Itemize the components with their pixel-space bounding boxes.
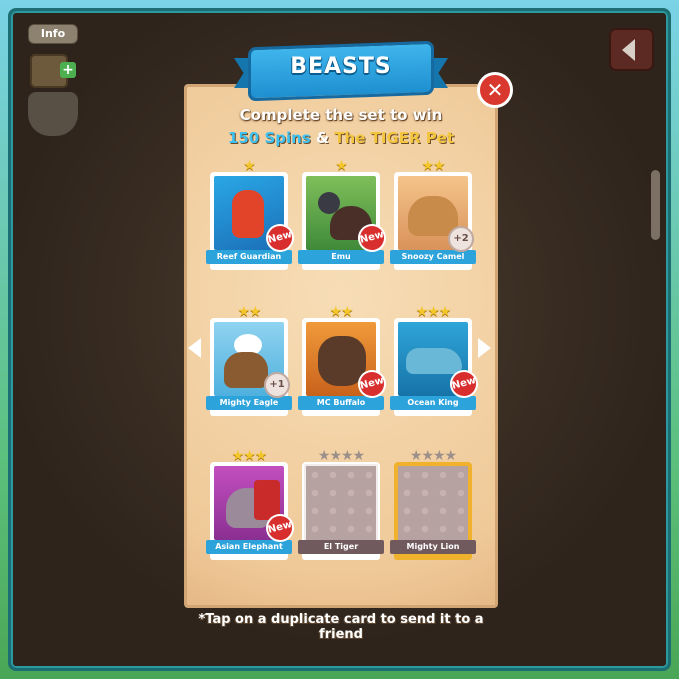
card-ocean-king[interactable]: ★★★ Ocean King New — [390, 304, 482, 420]
card-base — [210, 264, 288, 270]
locked-pattern — [306, 466, 376, 540]
card-asian-elephant[interactable]: ★★★ Asian Elephant New — [206, 448, 298, 564]
prev-set-arrow-icon[interactable] — [188, 338, 201, 358]
locked-pattern — [398, 466, 468, 540]
info-button[interactable]: Info — [28, 24, 78, 44]
card-emu[interactable]: ★ Emu New — [298, 158, 390, 274]
card-base — [210, 410, 288, 416]
card-base — [302, 554, 380, 560]
card-label: Snoozy Camel — [390, 250, 476, 264]
duplicate-badge: +1 — [264, 372, 290, 398]
card-mc-buffalo[interactable]: ★★ MC Buffalo New — [298, 304, 390, 420]
card-base — [210, 554, 288, 560]
card-label: Mighty Eagle — [206, 396, 292, 410]
reward-intro: Complete the set to win — [239, 106, 443, 124]
card-base — [394, 554, 472, 560]
card-label: Mighty Lion — [390, 540, 476, 554]
card-base — [302, 410, 380, 416]
reward-amp: & — [315, 129, 330, 147]
footer-hint: *Tap on a duplicate card to send it to a… — [198, 612, 484, 642]
reward-line: 150 Spins & The TIGER Pet — [184, 129, 498, 147]
reward-spins: 150 Spins — [227, 129, 311, 147]
card-snoozy-camel[interactable]: ★★ Snoozy Camel +2 — [390, 158, 476, 274]
card-base — [394, 264, 472, 270]
card-reef-guardian[interactable]: ★ Reef Guardian New — [206, 158, 298, 274]
back-button[interactable] — [609, 28, 654, 71]
next-set-arrow-icon[interactable] — [478, 338, 491, 358]
card-art — [302, 462, 380, 552]
duplicate-badge: +2 — [448, 226, 474, 252]
card-el-tiger[interactable]: ★★★★ El Tiger — [298, 448, 384, 564]
popup-title: BEASTS — [290, 54, 392, 79]
reward-pet: The TIGER Pet — [334, 129, 455, 147]
card-label: El Tiger — [298, 540, 384, 554]
card-mighty-lion[interactable]: ★★★★ Mighty Lion — [390, 448, 476, 564]
card-base — [394, 410, 472, 416]
card-art — [394, 462, 472, 552]
back-arrow-icon — [622, 39, 635, 61]
card-base — [302, 264, 380, 270]
card-mighty-eagle[interactable]: ★★ Mighty Eagle +1 — [206, 304, 292, 420]
close-button[interactable]: ✕ — [477, 72, 513, 108]
plus-icon[interactable]: + — [60, 62, 76, 78]
scrollbar[interactable] — [651, 170, 660, 240]
shield-icon — [28, 92, 78, 136]
